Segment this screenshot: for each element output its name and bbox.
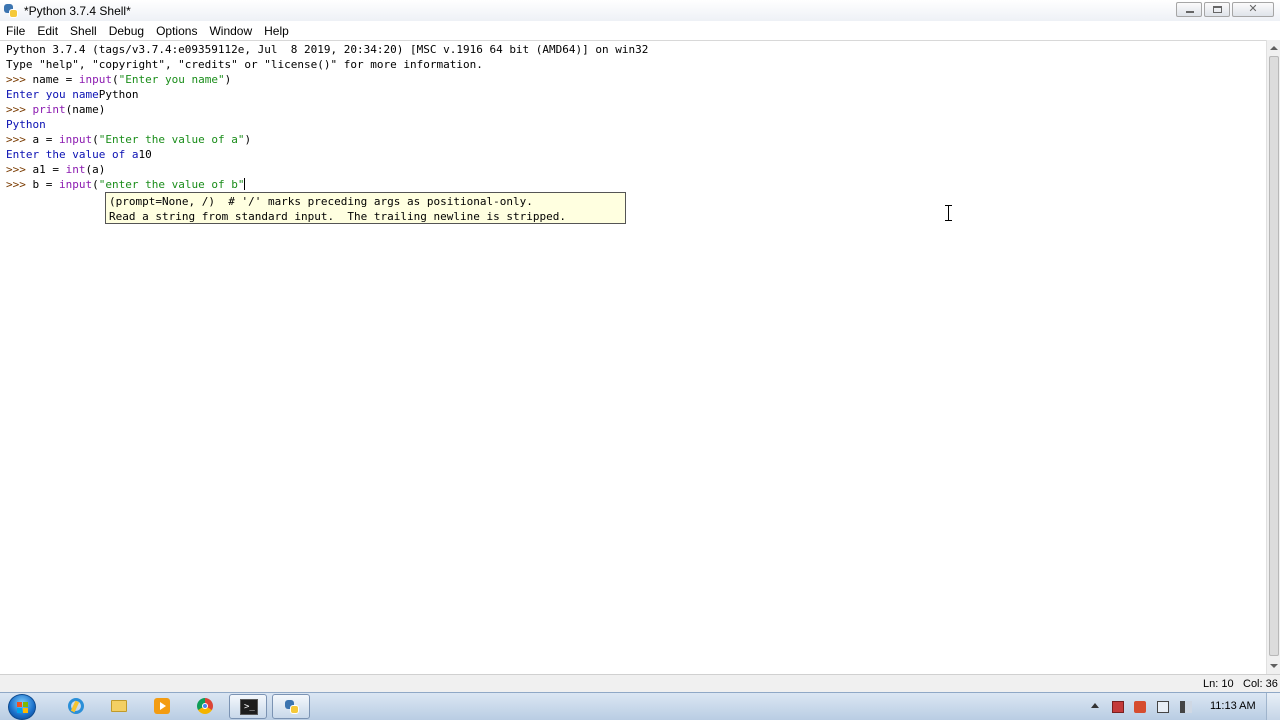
update-icon[interactable] [1134,701,1146,713]
python-idle-icon[interactable] [3,3,19,19]
restore-button[interactable] [1204,2,1230,17]
shell-line-7: >>> a = input("Enter the value of a") [6,132,251,147]
code: a = [32,133,59,146]
menu-edit[interactable]: Edit [31,24,64,38]
shell-line-3: >>> name = input("Enter you name") [6,72,231,87]
menu-file[interactable]: File [0,24,31,38]
taskbar: >_ 11:13 AM [0,692,1280,720]
volume-icon[interactable] [1180,701,1192,713]
code: ( [92,178,99,191]
status-bar: Ln: 10 Col: 36 [0,674,1280,692]
calltip-signature: (prompt=None, /) # '/' marks preceding a… [109,195,533,208]
system-clock[interactable]: 11:13 AM [1210,700,1256,712]
menu-options[interactable]: Options [150,24,203,38]
close-icon: ✕ [1248,2,1258,15]
menu-help[interactable]: Help [258,24,295,38]
stdin-text: 10 [138,148,152,161]
prompt: >>> [6,163,33,176]
code: ( [92,133,99,146]
taskbar-chrome[interactable] [186,694,224,719]
line-number: Ln: 10 [1203,678,1234,690]
string-literal: "enter the value of b" [98,178,245,191]
show-desktop-button[interactable] [1266,693,1280,720]
code: ( [111,73,119,86]
show-hidden-icons-icon[interactable] [1091,703,1099,708]
shell-line-6: Python [6,118,46,131]
scroll-down-icon[interactable] [1270,664,1278,668]
shell-line-10: >>> b = input("enter the value of b" [6,177,246,192]
restore-icon [1213,6,1222,13]
builtin-name: input [59,178,93,191]
vertical-scrollbar[interactable] [1266,40,1280,674]
menu-debug[interactable]: Debug [103,24,150,38]
prompt: >>> [6,103,33,116]
shell-line-8: Enter the value of a10 [6,147,152,162]
shell-line-4: Enter you namePython [6,87,138,102]
taskbar-media-player[interactable] [143,694,181,719]
start-button[interactable] [8,694,36,720]
code: b = [32,178,59,191]
builtin-name: input [59,133,93,146]
calltip-docstring: Read a string from standard input. The t… [109,210,566,223]
network-icon[interactable] [1157,701,1169,713]
code: name = [32,73,79,86]
taskbar-internet-explorer[interactable] [57,694,95,719]
calltip-tooltip: (prompt=None, /) # '/' marks preceding a… [105,192,626,224]
windows-logo-icon [17,702,28,713]
code: ) [224,73,232,86]
builtin-name: print [32,103,66,116]
string-literal: "Enter the value of a" [98,133,245,146]
code: a1 = [32,163,66,176]
string-literal: "Enter you name" [118,73,225,86]
folder-icon [111,700,127,712]
scrollbar-thumb[interactable] [1269,56,1279,656]
text-caret [244,178,246,190]
minimize-icon [1186,11,1194,13]
stdout-text: Enter you name [6,88,99,101]
code: (name) [65,103,106,116]
menu-window[interactable]: Window [203,24,258,38]
banner-line-2: Type "help", "copyright", "credits" or "… [6,58,483,71]
stdout-text: Enter the value of a [6,148,139,161]
prompt: >>> [6,133,33,146]
shell-line-9: >>> a1 = int(a) [6,162,105,177]
window-title: *Python 3.7.4 Shell* [24,3,131,18]
code: (a) [85,163,106,176]
ibeam-cursor-icon [944,205,954,221]
menu-bar: File Edit Shell Debug Options Window Hel… [0,21,1280,40]
banner-line-1: Python 3.7.4 (tags/v3.7.4:e09359112e, Ju… [6,43,649,56]
title-bar: *Python 3.7.4 Shell* ✕ [0,0,1280,21]
stdin-text: Python [98,88,139,101]
taskbar-command-prompt[interactable]: >_ [229,694,267,719]
prompt: >>> [6,73,33,86]
taskbar-python-idle[interactable] [272,694,310,719]
code: ) [244,133,252,146]
window-controls: ✕ [1176,2,1274,17]
shell-line-5: >>> print(name) [6,102,105,117]
shell-text-area[interactable]: Python 3.7.4 (tags/v3.7.4:e09359112e, Ju… [0,40,1266,674]
taskbar-file-explorer[interactable] [100,694,138,719]
builtin-name: input [78,73,112,86]
column-number: Col: 36 [1243,678,1278,690]
prompt: >>> [6,178,33,191]
menu-shell[interactable]: Shell [64,24,103,38]
scroll-up-icon[interactable] [1270,46,1278,50]
minimize-button[interactable] [1176,2,1202,17]
action-center-flag-icon[interactable] [1112,701,1124,713]
builtin-name: int [65,163,86,176]
close-button[interactable]: ✕ [1232,2,1274,17]
